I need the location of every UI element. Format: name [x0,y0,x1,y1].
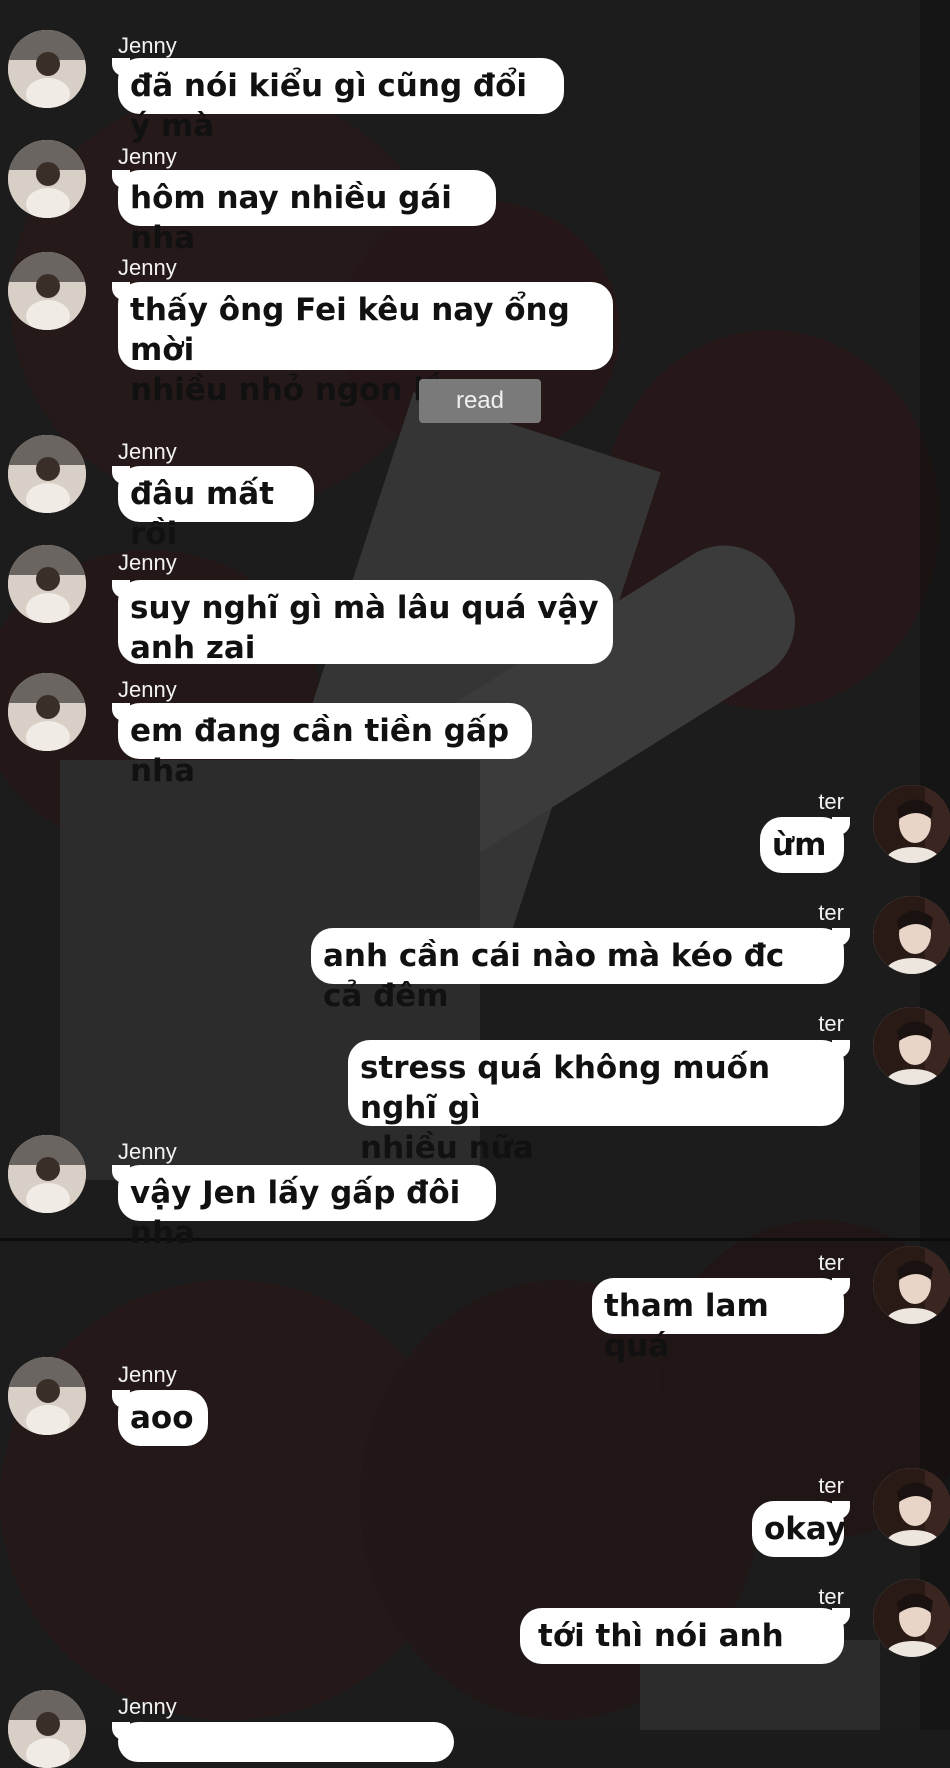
message-bubble[interactable]: hôm nay nhiều gái nha [112,170,496,256]
sender-name: ter [818,1250,844,1275]
message-bubble[interactable]: anh cần cái nào mà kéo đc cả đêm [311,928,850,1014]
sender-name: Jenny [118,1139,177,1164]
jenny-avatar-icon[interactable] [8,673,86,751]
sender-name: Jenny [118,33,177,58]
sender-name: Jenny [118,255,177,280]
sender-name: Jenny [118,144,177,169]
ter-avatar-icon[interactable] [873,1007,950,1085]
jenny-avatar-icon[interactable] [8,435,86,513]
sender-name: ter [818,1584,844,1609]
ter-avatar-icon[interactable] [873,1468,950,1546]
sender-name: Jenny [118,439,177,464]
message-bubble[interactable]: vậy Jen lấy gấp đôi nha [112,1165,496,1251]
sender-name: ter [818,1473,844,1498]
jenny-avatar-icon[interactable] [8,1690,86,1768]
sender-name: Jenny [118,677,177,702]
message-bubble[interactable] [112,1722,454,1762]
message-bubble[interactable]: tham lam quá [592,1278,850,1364]
message-bubble[interactable]: suy nghĩ gì mà lâu quá vậy anh zai [112,580,613,666]
read-receipt-badge: read [419,379,541,423]
message-bubble[interactable]: thấy ông Fei kêu nay ổng mời nhiều nhỏ n… [112,282,613,408]
jenny-avatar-icon[interactable] [8,30,86,108]
message-bubble[interactable]: stress quá không muốn nghĩ gì nhiều nữa [348,1040,850,1166]
jenny-avatar-icon[interactable] [8,252,86,330]
sender-name: Jenny [118,1694,177,1719]
jenny-avatar-icon[interactable] [8,140,86,218]
message-bubble[interactable]: ừm [760,817,850,873]
jenny-avatar-icon[interactable] [8,1135,86,1213]
message-bubble[interactable]: em đang cần tiền gấp nha [112,703,532,789]
sender-name: ter [818,789,844,814]
sender-name: ter [818,900,844,925]
ter-avatar-icon[interactable] [873,785,950,863]
ter-avatar-icon[interactable] [873,1579,950,1657]
message-bubble[interactable]: tới thì nói anh [520,1608,850,1664]
message-bubble[interactable]: aoo [112,1390,208,1446]
ter-avatar-icon[interactable] [873,1246,950,1324]
message-bubble[interactable]: đã nói kiểu gì cũng đổi ý mà [112,58,564,144]
sender-name: ter [818,1011,844,1036]
sender-name: Jenny [118,1362,177,1387]
sender-name: Jenny [118,550,177,575]
jenny-avatar-icon[interactable] [8,1357,86,1435]
jenny-avatar-icon[interactable] [8,545,86,623]
message-bubble[interactable]: okay [752,1501,850,1557]
ter-avatar-icon[interactable] [873,896,950,974]
message-bubble[interactable]: đâu mất rồi [112,466,314,552]
